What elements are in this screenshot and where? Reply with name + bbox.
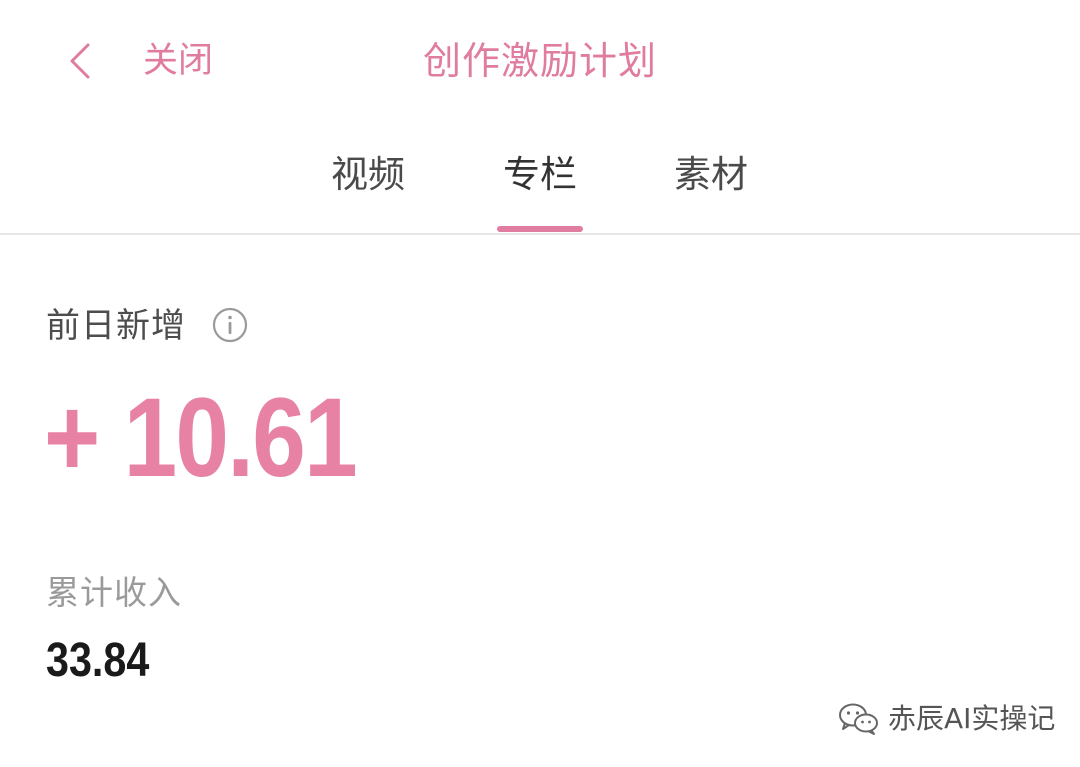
total-income-value: 33.84 <box>46 634 150 687</box>
tab-video[interactable]: 视频 <box>313 152 423 198</box>
watermark: 赤辰AI实操记 <box>838 699 1055 739</box>
active-tab-indicator <box>497 226 583 232</box>
daily-earnings-label: 前日新增 <box>46 306 186 346</box>
top-nav-bar: 关闭 创作激励计划 <box>0 0 1080 120</box>
tab-column[interactable]: 专栏 <box>485 152 595 198</box>
daily-earnings-value: + 10.61 <box>44 375 358 500</box>
divider <box>0 233 1080 235</box>
watermark-text: 赤辰AI实操记 <box>888 702 1056 735</box>
total-income-label: 累计收入 <box>46 573 182 612</box>
wechat-icon <box>839 703 878 735</box>
tab-bar: 视频 专栏 素材 <box>0 140 1080 233</box>
tab-material[interactable]: 素材 <box>656 152 766 198</box>
page-title: 创作激励计划 <box>422 39 657 83</box>
info-icon <box>212 307 248 343</box>
info-button[interactable] <box>212 307 248 343</box>
